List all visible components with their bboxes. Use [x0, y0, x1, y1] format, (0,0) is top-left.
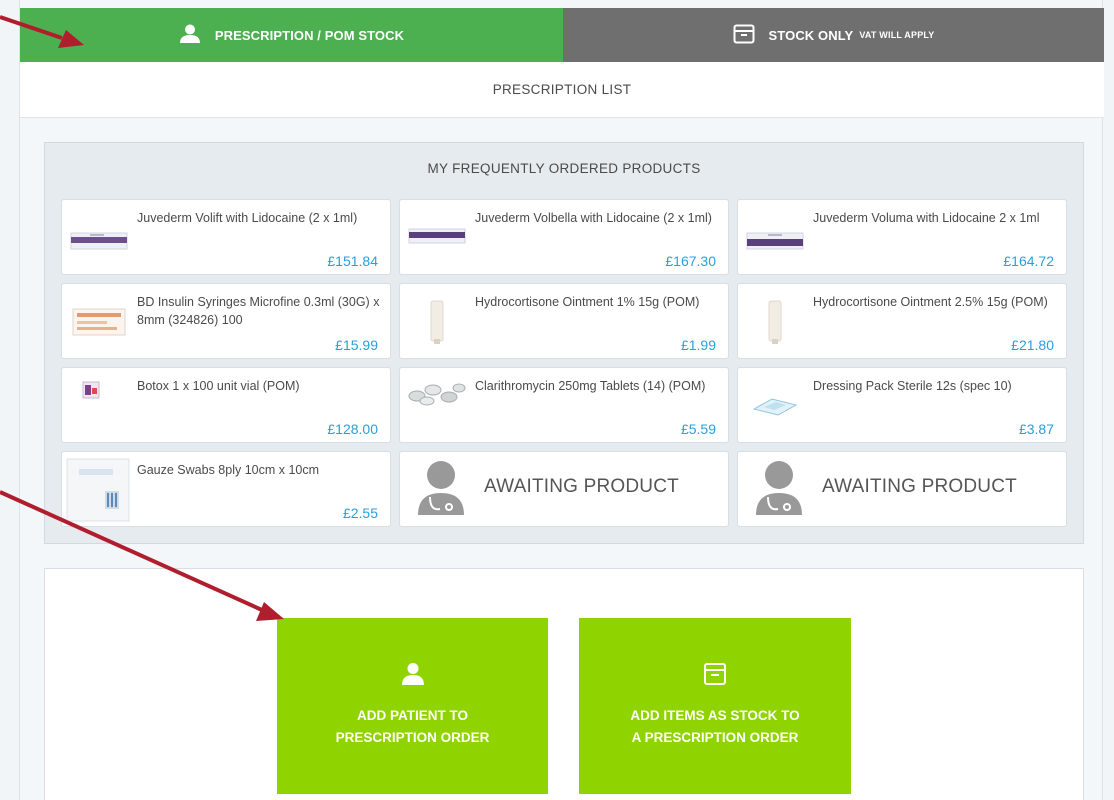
product-name: Juvederm Volbella with Lidocaine (2 x 1m…	[475, 211, 712, 225]
dressing-pack-icon	[744, 378, 806, 434]
product-name: Juvederm Voluma with Lidocaine 2 x 1ml	[813, 211, 1040, 225]
add-items-as-stock-button[interactable]: ADD ITEMS AS STOCK TO A PRESCRIPTION ORD…	[579, 618, 851, 794]
product-price: £5.59	[680, 421, 716, 437]
gauze-box-icon	[64, 456, 132, 524]
add-patient-to-prescription-button[interactable]: ADD PATIENT TO PRESCRIPTION ORDER	[277, 618, 548, 794]
add-stock-line1: ADD ITEMS AS STOCK TO	[630, 708, 800, 723]
product-price: £164.72	[1003, 253, 1054, 269]
product-price: £3.87	[1018, 421, 1054, 437]
prescription-list-header[interactable]: PRESCRIPTION LIST	[20, 62, 1104, 118]
product-name: Botox 1 x 100 unit vial (POM)	[137, 379, 300, 393]
syringe-pack-icon	[68, 294, 130, 350]
order-panel: PRESCRIPTION / POM STOCK STOCK ONLY VAT …	[19, 0, 1104, 800]
tablets-icon	[406, 378, 468, 434]
product-price: £167.30	[665, 253, 716, 269]
archive-box-icon	[703, 662, 727, 693]
filler-box-icon	[68, 210, 130, 266]
ointment-tube-icon	[406, 294, 468, 350]
product-card[interactable]: Clarithromycin 250mg Tablets (14) (POM) …	[399, 367, 729, 443]
doctor-avatar-icon	[748, 460, 810, 516]
add-stock-line2: A PRESCRIPTION ORDER	[631, 730, 799, 745]
product-name: Juvederm Volift with Lidocaine (2 x 1ml)	[137, 211, 358, 225]
product-name: Hydrocortisone Ointment 1% 15g (POM)	[475, 295, 700, 309]
product-price: £21.80	[1011, 337, 1054, 353]
user-icon	[401, 662, 425, 693]
product-card[interactable]: Hydrocortisone Ointment 2.5% 15g (POM) £…	[737, 283, 1067, 359]
archive-box-icon	[733, 24, 755, 47]
tab-stock-sublabel: VAT WILL APPLY	[859, 30, 935, 40]
ointment-tube-icon	[744, 294, 806, 350]
product-name: Hydrocortisone Ointment 2.5% 15g (POM)	[813, 295, 1048, 309]
order-type-tabs: PRESCRIPTION / POM STOCK STOCK ONLY VAT …	[20, 8, 1104, 62]
product-card[interactable]: Dressing Pack Sterile 12s (spec 10) £3.8…	[737, 367, 1067, 443]
product-card[interactable]: Gauze Swabs 8ply 10cm x 10cm £2.55	[61, 451, 391, 527]
product-price: £128.00	[327, 421, 378, 437]
vial-box-icon	[68, 378, 130, 434]
product-price: £15.99	[335, 337, 378, 353]
frequent-products-panel: MY FREQUENTLY ORDERED PRODUCTS Juvederm …	[44, 142, 1084, 544]
awaiting-product-label: AWAITING PRODUCT	[484, 476, 679, 497]
product-card[interactable]: Juvederm Volift with Lidocaine (2 x 1ml)…	[61, 199, 391, 275]
awaiting-product-card: AWAITING PRODUCT	[399, 451, 729, 527]
product-card[interactable]: Juvederm Volbella with Lidocaine (2 x 1m…	[399, 199, 729, 275]
product-card[interactable]: Juvederm Voluma with Lidocaine 2 x 1ml £…	[737, 199, 1067, 275]
product-name: Clarithromycin 250mg Tablets (14) (POM)	[475, 379, 706, 393]
tab-pom-label: PRESCRIPTION / POM STOCK	[214, 27, 405, 43]
product-name: Dressing Pack Sterile 12s (spec 10)	[813, 379, 1012, 393]
filler-box-icon	[406, 210, 468, 266]
add-patient-line2: PRESCRIPTION ORDER	[335, 730, 490, 745]
tab-stock-only[interactable]: STOCK ONLY VAT WILL APPLY	[563, 8, 1104, 62]
product-name: Gauze Swabs 8ply 10cm x 10cm	[137, 463, 320, 477]
awaiting-product-label: AWAITING PRODUCT	[822, 476, 1017, 497]
tab-prescription-pom-stock[interactable]: PRESCRIPTION / POM STOCK	[20, 8, 563, 62]
product-card[interactable]: Botox 1 x 100 unit vial (POM) £128.00	[61, 367, 391, 443]
product-card[interactable]: BD Insulin Syringes Microfine 0.3ml (30G…	[61, 283, 391, 359]
product-card[interactable]: Hydrocortisone Ointment 1% 15g (POM) £1.…	[399, 283, 729, 359]
frequent-products-title: MY FREQUENTLY ORDERED PRODUCTS	[427, 161, 701, 176]
product-price: £1.99	[680, 337, 716, 353]
awaiting-product-card: AWAITING PRODUCT	[737, 451, 1067, 527]
product-price: £2.55	[342, 505, 378, 521]
order-actions-panel: ADD PATIENT TO PRESCRIPTION ORDER ADD IT…	[44, 568, 1084, 800]
product-price: £151.84	[327, 253, 378, 269]
tab-stock-label: STOCK ONLY	[768, 27, 854, 43]
doctor-avatar-icon	[410, 460, 472, 516]
user-icon	[179, 24, 201, 47]
add-patient-line1: ADD PATIENT TO	[357, 708, 468, 723]
filler-box-icon	[744, 210, 806, 266]
product-name: BD Insulin Syringes Microfine 0.3ml (30G…	[137, 295, 380, 327]
